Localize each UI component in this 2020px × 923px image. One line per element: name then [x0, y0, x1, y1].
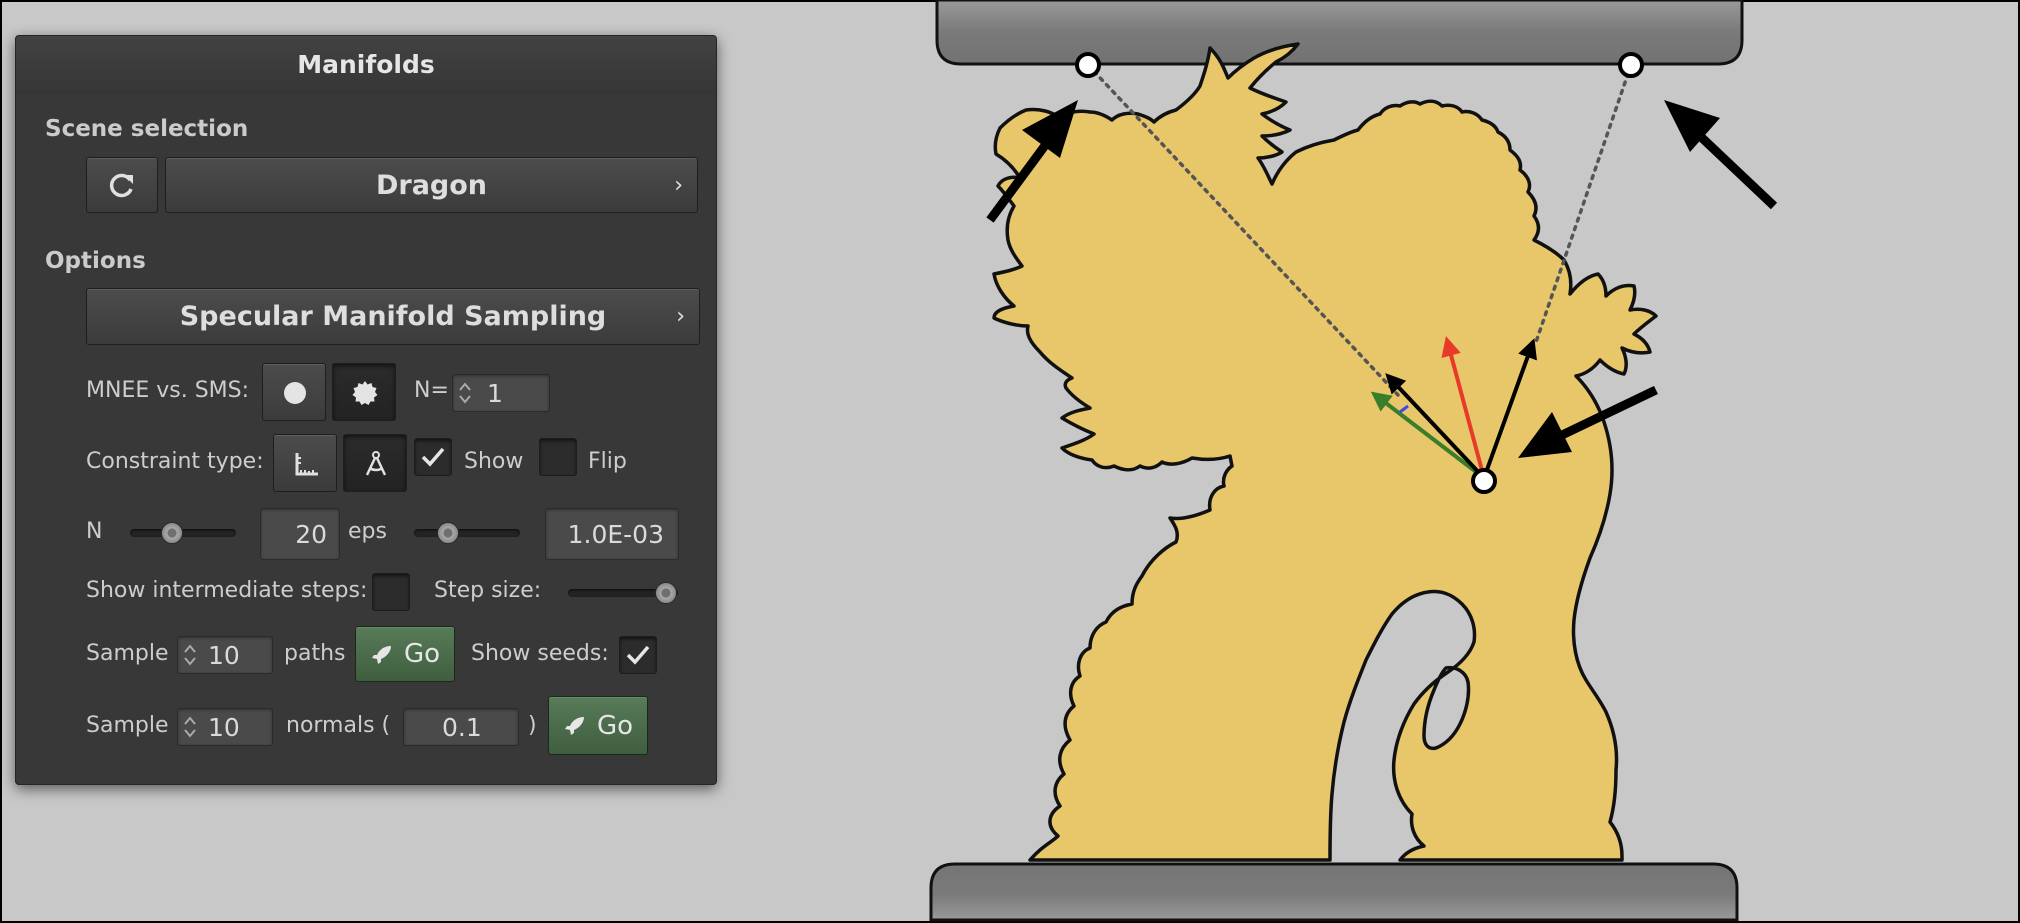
bottom-plate — [929, 862, 1739, 922]
angle-constraint-button[interactable] — [273, 434, 337, 492]
method-dropdown-label: Specular Manifold Sampling — [179, 301, 607, 332]
step-size-label: Step size: — [434, 578, 542, 603]
specular-vertex[interactable] — [1471, 468, 1497, 494]
mnee-sms-label: MNEE vs. SMS: — [86, 378, 250, 403]
show-label: Show — [464, 449, 524, 474]
top-plate — [935, 0, 1744, 66]
paths-count-value: 10 — [208, 640, 240, 670]
n-value-field[interactable]: 20 — [260, 508, 340, 560]
chevron-right-icon: › — [676, 304, 685, 329]
flip-label: Flip — [588, 449, 627, 474]
light-vertex-left[interactable] — [1075, 52, 1101, 78]
panel-title: Manifolds — [16, 36, 716, 94]
halfvector-constraint-button[interactable] — [343, 434, 407, 492]
normals-label: normals ( — [286, 713, 391, 738]
check-icon — [421, 447, 445, 467]
circle-icon — [284, 382, 306, 404]
normals-close-paren: ) — [528, 713, 537, 738]
scene-dropdown-label: Dragon — [375, 169, 488, 201]
n-iterations-label: N — [86, 519, 103, 544]
chevron-right-icon: › — [674, 172, 683, 198]
show-checkbox[interactable] — [414, 438, 452, 476]
n-equals-value: 1 — [487, 378, 503, 408]
eps-label: eps — [348, 519, 387, 544]
flip-checkbox[interactable] — [539, 438, 577, 476]
go-normals-button[interactable]: Go — [548, 696, 648, 755]
sms-toggle-button[interactable] — [332, 363, 396, 421]
pointer-arrow-right — [1664, 100, 1778, 210]
scene-dropdown[interactable]: Dragon › — [165, 157, 698, 213]
rocket-icon — [565, 717, 584, 735]
show-seeds-checkbox[interactable] — [619, 636, 657, 674]
paths-label: paths — [284, 641, 346, 666]
method-dropdown[interactable]: Specular Manifold Sampling › — [86, 288, 700, 345]
angle-ruler-icon — [295, 453, 318, 476]
n-equals-label: N= — [414, 378, 449, 403]
rough-circle-icon — [352, 381, 378, 405]
options-heading: Options — [45, 248, 146, 274]
manifolds-panel: Manifolds Scene selection Dragon › Optio… — [15, 35, 717, 785]
refresh-icon — [109, 173, 133, 198]
n-value: 20 — [295, 519, 327, 549]
step-size-slider-knob[interactable] — [655, 582, 677, 604]
eps-value-field[interactable]: 1.0E-03 — [545, 508, 679, 560]
reload-scene-button[interactable] — [86, 157, 158, 213]
rocket-icon — [372, 646, 391, 664]
go-normals-label: Go — [597, 711, 634, 741]
sample-normals-label: Sample — [86, 713, 169, 738]
show-intermediate-steps-label: Show intermediate steps: — [86, 578, 368, 603]
compass-icon — [365, 451, 387, 476]
go-paths-button[interactable]: Go — [355, 626, 455, 682]
light-vertex-right[interactable] — [1618, 52, 1644, 78]
go-paths-label: Go — [404, 639, 441, 669]
show-seeds-label: Show seeds: — [471, 641, 609, 666]
scene-selection-heading: Scene selection — [45, 116, 249, 142]
spinner-icon — [182, 637, 198, 673]
normals-roughness-value: 0.1 — [442, 712, 482, 742]
spinner-icon — [182, 709, 198, 745]
spinner-icon — [457, 375, 473, 411]
normals-count-value: 10 — [208, 712, 240, 742]
paths-count-stepper[interactable]: 10 — [177, 636, 273, 674]
n-equals-stepper[interactable]: 1 — [452, 374, 550, 412]
sample-paths-label: Sample — [86, 641, 169, 666]
eps-slider-knob[interactable] — [436, 522, 459, 544]
n-slider-knob[interactable] — [161, 522, 184, 544]
normals-count-stepper[interactable]: 10 — [177, 708, 273, 746]
eps-value: 1.0E-03 — [567, 519, 664, 549]
mnee-toggle-button[interactable] — [262, 363, 326, 421]
constraint-type-label: Constraint type: — [86, 449, 264, 474]
eps-slider[interactable] — [414, 529, 520, 537]
show-intermediate-steps-checkbox[interactable] — [372, 573, 410, 611]
check-icon — [626, 645, 650, 665]
normals-roughness-field[interactable]: 0.1 — [403, 708, 519, 746]
